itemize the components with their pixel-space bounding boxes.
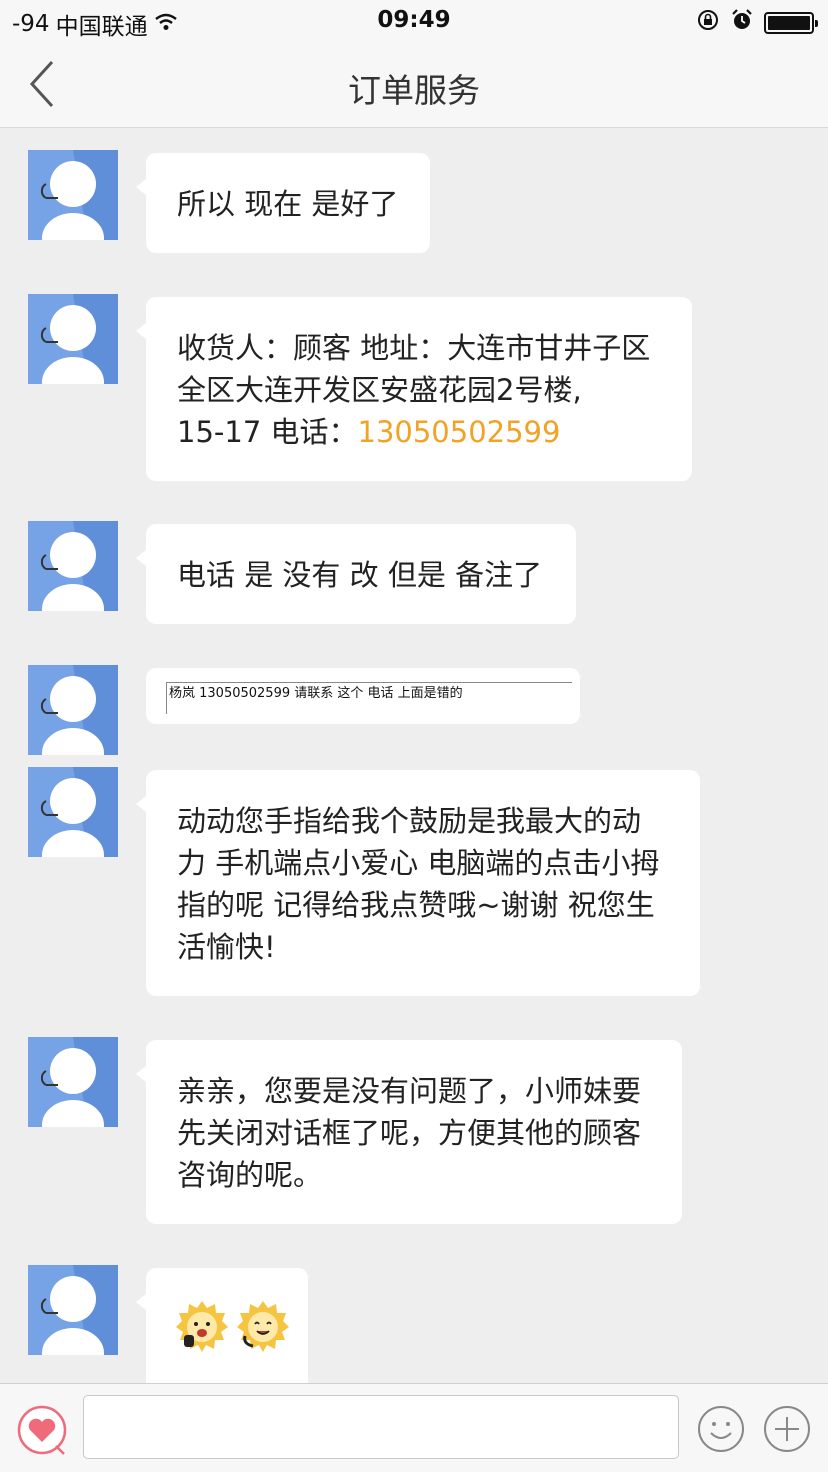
avatar[interactable] — [28, 1265, 118, 1355]
lock-rotation-icon — [696, 8, 720, 38]
avatar[interactable] — [28, 521, 118, 611]
image-note-text: 杨岚 13050502599 请联系 这个 电话 上面是错的 — [166, 682, 572, 714]
input-bar — [0, 1383, 828, 1472]
avatar[interactable] — [28, 294, 118, 384]
message-text: 电话 是 没有 改 但是 备注了 — [177, 558, 543, 592]
emoji-button[interactable] — [696, 1404, 746, 1454]
chat-list[interactable]: 所以 现在 是好了 收货人：顾客 地址：大连市甘井子区 全区大连开发区安盛花园2… — [0, 129, 828, 1383]
emoji-icon — [698, 1406, 744, 1452]
alarm-icon — [730, 8, 754, 38]
message-text-line: 力 手机端点小爱心 电脑端的点击小拇 — [177, 846, 660, 880]
avatar[interactable] — [28, 767, 118, 857]
message-text-line: 先关闭对话框了呢，方便其他的顾客 — [177, 1116, 642, 1150]
battery-icon — [764, 12, 818, 34]
heart-button[interactable] — [16, 1404, 68, 1456]
message-bubble: 动动您手指给我个鼓励是我最大的动 力 手机端点小爱心 电脑端的点击小拇 指的呢 … — [136, 770, 700, 996]
message-text-line: 全区大连开发区安盛花园2号楼, — [177, 373, 582, 407]
message-text-line: 指的呢 记得给我点赞哦~谢谢 祝您生 — [177, 888, 655, 922]
image-message[interactable]: 杨岚 13050502599 请联系 这个 电话 上面是错的 — [146, 668, 580, 724]
status-bar: -94 中国联通 09:49 — [0, 0, 828, 42]
phone-link[interactable]: 13050502599 — [358, 415, 561, 449]
message-bubble: 亲亲，您要是没有问题了，小师妹要 先关闭对话框了呢，方便其他的顾客 咨询的呢。 — [136, 1040, 682, 1224]
message-bubble: 收货人：顾客 地址：大连市甘井子区 全区大连开发区安盛花园2号楼, 15-17 … — [136, 297, 692, 481]
message-text-line: 咨询的呢。 — [177, 1158, 323, 1192]
message-text-line: 动动您手指给我个鼓励是我最大的动 — [177, 804, 642, 838]
message-text-line: 收货人：顾客 地址：大连市甘井子区 — [177, 331, 651, 365]
sun-face-phone-sticker — [237, 1301, 290, 1352]
message-text-line: 15-17 电话：13050502599 — [177, 411, 662, 453]
message-text: 所以 现在 是好了 — [177, 187, 399, 221]
message-bubble: 所以 现在 是好了 — [136, 153, 430, 253]
nav-bar: 订单服务 — [0, 42, 828, 128]
avatar[interactable] — [28, 150, 118, 240]
message-text-line: 亲亲，您要是没有问题了，小师妹要 — [177, 1074, 642, 1108]
avatar[interactable] — [28, 665, 118, 755]
avatar[interactable] — [28, 1037, 118, 1127]
more-button[interactable] — [762, 1404, 812, 1454]
plus-icon — [764, 1406, 810, 1452]
page-title: 订单服务 — [348, 71, 480, 110]
message-input[interactable] — [83, 1395, 679, 1459]
sticker-bubble — [136, 1268, 308, 1383]
phone-label: 15-17 电话： — [177, 415, 358, 449]
message-bubble: 电话 是 没有 改 但是 备注了 — [136, 524, 576, 624]
heart-icon — [17, 1405, 67, 1455]
sun-face-sticker — [176, 1301, 228, 1352]
message-text-line: 活愉快! — [177, 930, 276, 964]
status-right — [696, 8, 818, 38]
